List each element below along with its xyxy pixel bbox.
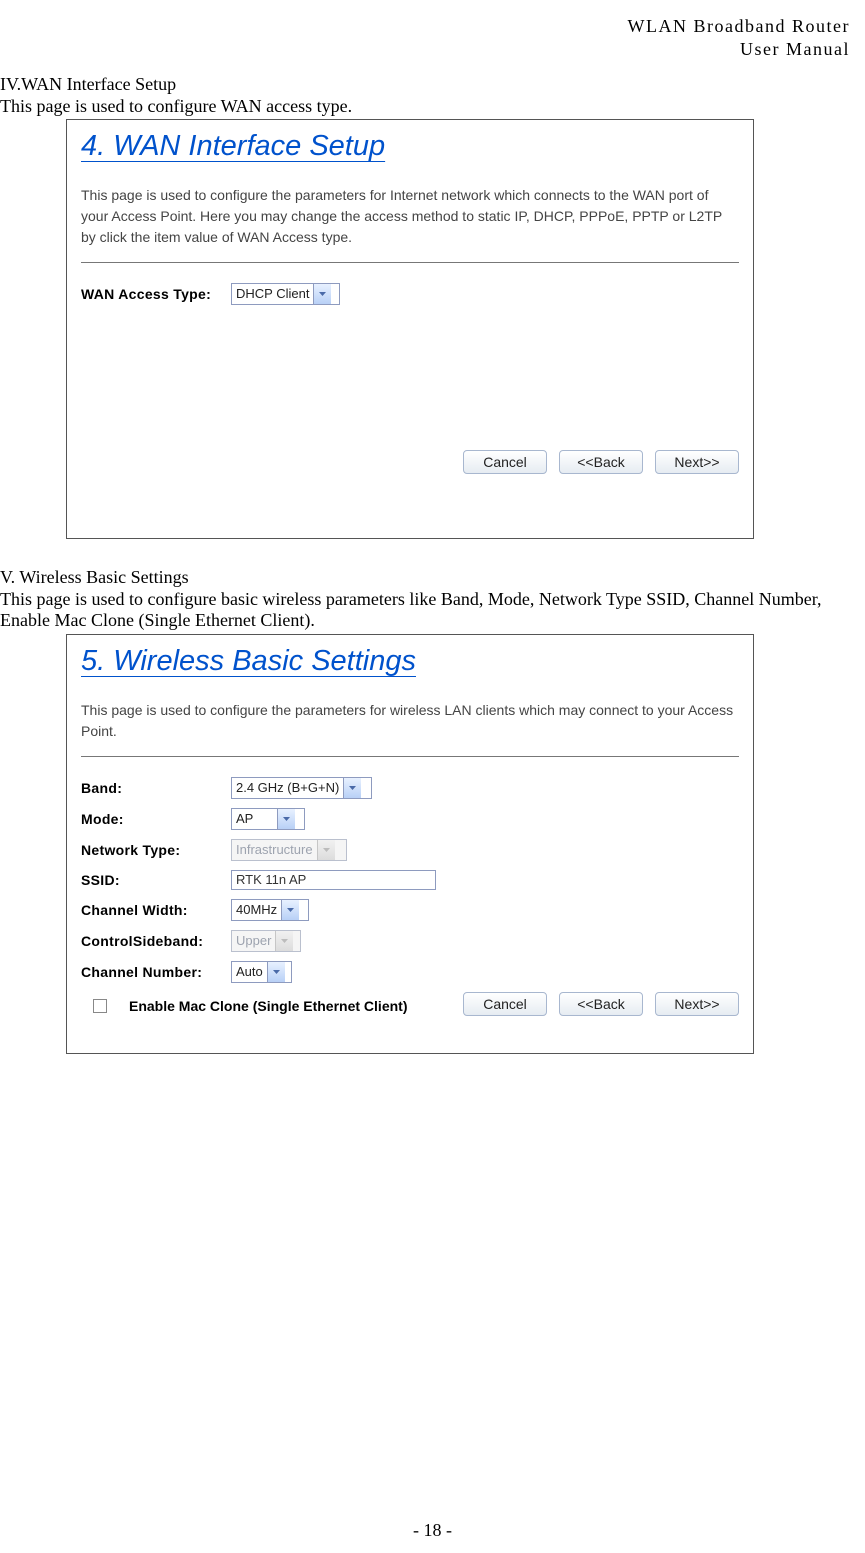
page-number: - 18 -	[0, 1520, 865, 1541]
control-sideband-label: ControlSideband:	[81, 933, 231, 949]
band-label: Band:	[81, 780, 231, 796]
next-button[interactable]: Next>>	[655, 992, 739, 1016]
cancel-button[interactable]: Cancel	[463, 992, 547, 1016]
chevron-down-icon	[343, 778, 361, 798]
wan-fig-subtext: This page is used to configure the param…	[81, 185, 739, 248]
wireless-settings-figure: 5. Wireless Basic Settings This page is …	[66, 634, 754, 1054]
channel-number-value: Auto	[236, 962, 267, 982]
chevron-down-icon	[267, 962, 285, 982]
network-type-dropdown: Infrastructure	[231, 839, 347, 861]
channel-width-label: Channel Width:	[81, 902, 231, 918]
wifi-fig-title: 5. Wireless Basic Settings	[81, 645, 739, 678]
mode-label: Mode:	[81, 811, 231, 827]
mode-value: AP	[236, 809, 277, 829]
section-iv-text: This page is used to configure WAN acces…	[0, 96, 863, 118]
back-button[interactable]: <<Back	[559, 450, 643, 474]
divider	[81, 756, 739, 757]
ssid-input[interactable]: RTK 11n AP	[231, 870, 436, 890]
wan-access-type-label: WAN Access Type:	[81, 286, 231, 302]
control-sideband-dropdown: Upper	[231, 930, 301, 952]
control-sideband-value: Upper	[236, 931, 275, 951]
next-button[interactable]: Next>>	[655, 450, 739, 474]
doc-title-line2: User Manual	[0, 38, 850, 61]
section-iv-heading: IV.WAN Interface Setup	[0, 74, 863, 96]
wan-setup-figure: 4. WAN Interface Setup This page is used…	[66, 119, 754, 539]
section-v-text: This page is used to configure basic wir…	[0, 589, 863, 632]
channel-number-dropdown[interactable]: Auto	[231, 961, 292, 983]
wan-access-type-dropdown[interactable]: DHCP Client	[231, 283, 340, 305]
cancel-button[interactable]: Cancel	[463, 450, 547, 474]
chevron-down-icon	[317, 840, 335, 860]
channel-width-dropdown[interactable]: 40MHz	[231, 899, 309, 921]
chevron-down-icon	[275, 931, 293, 951]
wifi-fig-subtext: This page is used to configure the param…	[81, 700, 739, 742]
back-button[interactable]: <<Back	[559, 992, 643, 1016]
band-value: 2.4 GHz (B+G+N)	[236, 778, 343, 798]
wan-fig-title: 4. WAN Interface Setup	[81, 130, 739, 163]
band-dropdown[interactable]: 2.4 GHz (B+G+N)	[231, 777, 372, 799]
channel-width-value: 40MHz	[236, 900, 281, 920]
mode-dropdown[interactable]: AP	[231, 808, 305, 830]
wan-access-type-value: DHCP Client	[236, 284, 313, 304]
section-v-heading: V. Wireless Basic Settings	[0, 567, 863, 589]
doc-title-line1: WLAN Broadband Router	[0, 15, 850, 38]
network-type-label: Network Type:	[81, 842, 231, 858]
chevron-down-icon	[281, 900, 299, 920]
chevron-down-icon	[277, 809, 295, 829]
ssid-label: SSID:	[81, 872, 231, 888]
mac-clone-label: Enable Mac Clone (Single Ethernet Client…	[129, 998, 407, 1014]
channel-number-label: Channel Number:	[81, 964, 231, 980]
mac-clone-checkbox[interactable]	[93, 999, 107, 1013]
network-type-value: Infrastructure	[236, 840, 317, 860]
chevron-down-icon	[313, 284, 331, 304]
divider	[81, 262, 739, 263]
